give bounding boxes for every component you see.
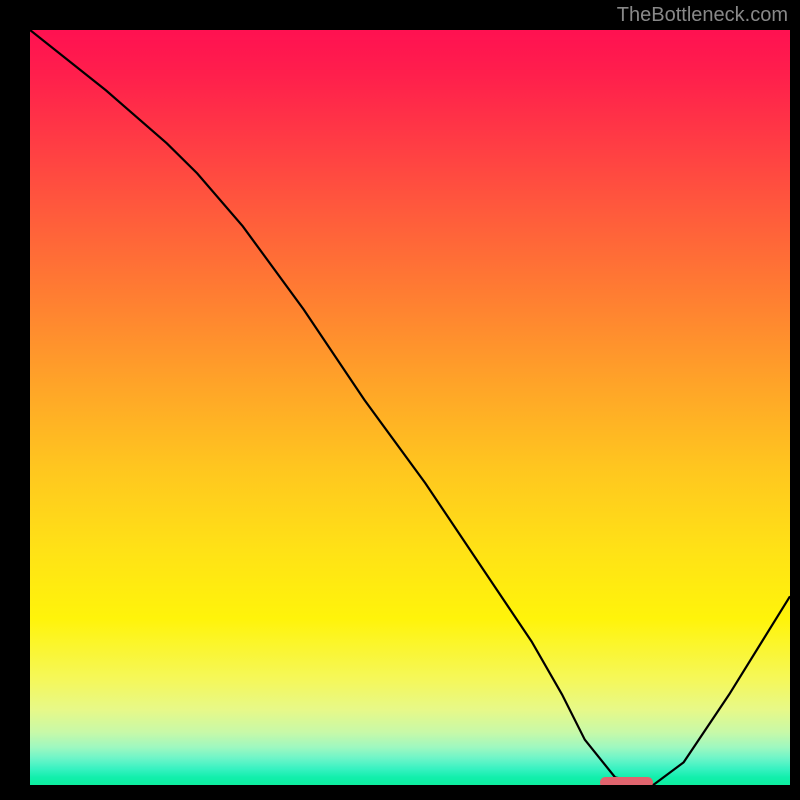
curve-svg [30,30,790,785]
frame-left [0,0,30,800]
plot-area [30,30,790,785]
optimal-range-marker [600,777,653,785]
chart-container: TheBottleneck.com [0,0,800,800]
watermark-text: TheBottleneck.com [617,4,788,27]
bottleneck-curve [30,30,790,785]
frame-right [790,0,800,800]
frame-bottom [0,785,800,800]
